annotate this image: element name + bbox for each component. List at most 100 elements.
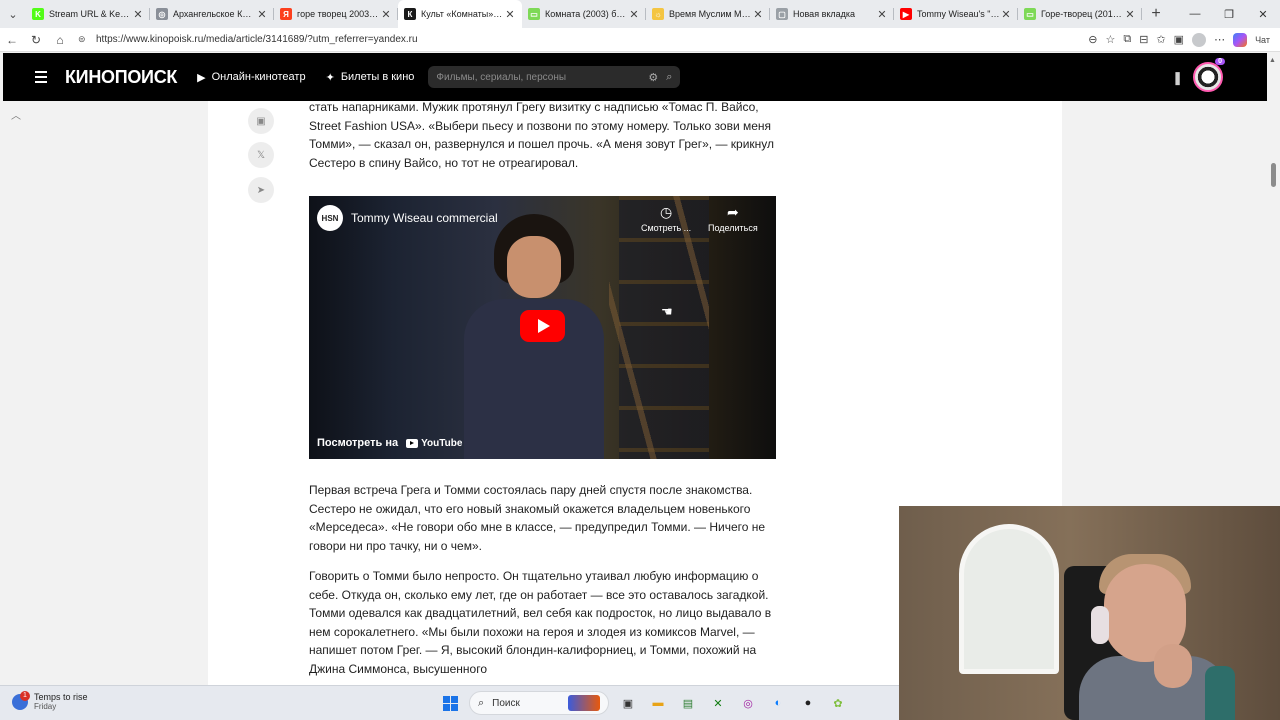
chevron-up-icon[interactable]: ︿ [11,107,21,122]
tab-close-icon[interactable]: ✕ [628,8,640,21]
tab-favicon-icon: Я [280,8,292,20]
copilot-icon[interactable] [1233,32,1248,47]
site-info-icon[interactable]: ⊜ [78,34,92,45]
app-icon[interactable]: ✿ [827,692,849,714]
tab-label: горе творец 2003 — Ян [297,9,380,19]
tab-close-icon[interactable]: ✕ [380,8,392,21]
site-search: ⚙ ⌕ [428,66,681,88]
home-icon[interactable]: ⌂ [48,33,72,47]
menu-icon[interactable] [35,71,61,83]
share-arrow-icon: ➦ [726,204,739,220]
tab-label: Новая вкладка [793,9,856,19]
tab-favicon-icon: ◎ [156,8,168,20]
more-icon[interactable]: ⋯ [1214,33,1225,46]
collections-icon[interactable]: ▣ [1174,33,1184,46]
tab-list: KStream URL & Key - Kick✕◎Архангельское … [26,0,1142,28]
star-ticket-icon: ✦ [325,71,335,84]
new-tab-button[interactable]: + [1142,5,1170,23]
favorite-star-icon[interactable]: ☆ [1105,33,1115,46]
room-window [959,524,1059,674]
watch-on-youtube[interactable]: Посмотреть на YouTube [317,437,462,449]
search-highlight-image [568,695,600,711]
browser-tab[interactable]: Ягоре творец 2003 — Ян✕ [274,0,398,28]
tab-close-icon[interactable]: ✕ [752,8,764,21]
split-screen-icon[interactable]: ⊟ [1139,33,1148,46]
scroll-thumb[interactable] [1271,163,1276,187]
youtube-logo: YouTube [406,438,462,449]
xbox-icon[interactable]: ✕ [707,692,729,714]
tab-close-icon[interactable]: ✕ [1000,8,1012,21]
article-text: Первая встреча Грега и Томми состоялась … [309,481,779,685]
extensions-icon[interactable]: ⧉ [1123,33,1131,46]
watch-later-button[interactable]: ◷ Смотреть ... [641,204,691,233]
clock-icon: ◷ [659,204,673,220]
tab-close-icon[interactable]: ✕ [876,8,888,21]
browser-tab[interactable]: K Stream URL & Key - Kick✕ [26,0,150,28]
tab-favicon-icon: ▭ [1024,8,1036,20]
tab-close-icon[interactable]: ✕ [504,8,516,21]
address-bar: ← ↻ ⌂ ⊜ https://www.kinopoisk.ru/media/a… [0,28,1280,52]
lamp [1205,666,1235,720]
taskbar-apps: ⌕ Поиск ▣ ▬ ▤ ✕ ◎ ◐ ● ✿ [439,691,849,715]
obs-icon[interactable]: ● [797,692,819,714]
site-header: КИНОПОИСК ▶ Онлайн-кинотеатр ✦ Билеты в … [3,53,1267,101]
url-field[interactable]: ⊜ https://www.kinopoisk.ru/media/article… [78,30,1082,50]
share-button[interactable]: ➦ Поделиться [708,204,758,233]
user-avatar[interactable] [1193,62,1223,92]
tab-label: Горе-творец (2017) см [1041,9,1124,19]
browser-tabstrip: ⌄ KStream URL & Key - Kick✕◎Архангельско… [0,0,1280,28]
tab-favicon-icon: K [32,8,44,20]
play-button[interactable] [520,310,565,342]
video-title[interactable]: HSN Tommy Wiseau commercial [317,205,498,231]
telegram-share-icon[interactable]: ➤ [248,177,274,203]
mouse-cursor-icon: ☚ [661,304,673,319]
browser-tab[interactable]: ▭ Горе-творец (2017) см✕ [1018,0,1142,28]
browser-tab[interactable]: ◎ Архангельское Колесо✕ [150,0,274,28]
favorites-icon[interactable]: ✩ [1156,33,1165,46]
site-logo[interactable]: КИНОПОИСК [65,67,177,88]
task-view-icon[interactable]: ▣ [617,692,639,714]
vk-share-icon[interactable]: ▣ [248,108,274,134]
nav-online-cinema[interactable]: ▶ Онлайн-кинотеатр [197,71,306,84]
nav-tickets[interactable]: ✦ Билеты в кино [326,71,415,84]
scroll-up-icon[interactable]: ▲ [1269,57,1276,64]
headset [1091,606,1109,644]
restore-icon[interactable]: ❐ [1212,8,1246,21]
person-hand [1154,644,1192,688]
close-window-icon[interactable]: ✕ [1246,8,1280,21]
channel-logo[interactable]: HSN [317,205,343,231]
article-text-top: стать напарниками. Мужик протянул Грегу … [309,101,779,184]
x-share-icon[interactable]: 𝕏 [248,142,274,168]
edge-icon[interactable]: ◐ [767,692,789,714]
browser-tab[interactable]: ▶ Tommy Wiseau's "The D✕ [894,0,1018,28]
browser-tab[interactable]: К Культ «Комнаты»: как Т✕ [398,0,522,28]
browser-tab[interactable]: ▢ Новая вкладка ✕ [770,0,894,28]
back-icon[interactable]: ← [0,33,24,47]
tab-close-icon[interactable]: ✕ [132,8,144,21]
tab-favicon-icon: ▢ [776,8,788,20]
browser-tab[interactable]: ☼ Время Муслим Магома✕ [646,0,770,28]
tab-actions-menu[interactable]: ⌄ [0,0,26,28]
video-player[interactable]: HSN Tommy Wiseau commercial ◷ Смотреть .… [309,196,776,459]
taskbar-search[interactable]: ⌕ Поиск [469,691,609,715]
file-explorer-icon[interactable]: ▬ [647,692,669,714]
bookmark-icon[interactable]: ❚ [1172,70,1183,86]
minimize-icon[interactable]: — [1178,8,1212,20]
chat-label[interactable]: Чат [1255,35,1270,45]
start-icon[interactable] [439,692,461,714]
search-input[interactable] [436,71,641,83]
search-icon[interactable]: ⌕ [666,71,672,84]
tab-close-icon[interactable]: ✕ [1124,8,1136,21]
search-icon: ⌕ [478,696,485,709]
app-icon[interactable]: ◎ [737,692,759,714]
app-icon[interactable]: ▤ [677,692,699,714]
weather-widget[interactable]: 1 Temps to rise Friday [12,690,88,711]
tab-close-icon[interactable]: ✕ [256,8,268,21]
filter-icon[interactable]: ⚙ [648,71,658,84]
window-controls: — ❐ ✕ [1178,0,1280,28]
reload-icon[interactable]: ↻ [24,33,48,47]
reader-icon[interactable]: ⊖ [1088,33,1097,46]
profile-icon[interactable] [1192,32,1207,47]
webcam-overlay [899,506,1280,720]
browser-tab[interactable]: ▭ Комната (2003) бесплат✕ [522,0,646,28]
